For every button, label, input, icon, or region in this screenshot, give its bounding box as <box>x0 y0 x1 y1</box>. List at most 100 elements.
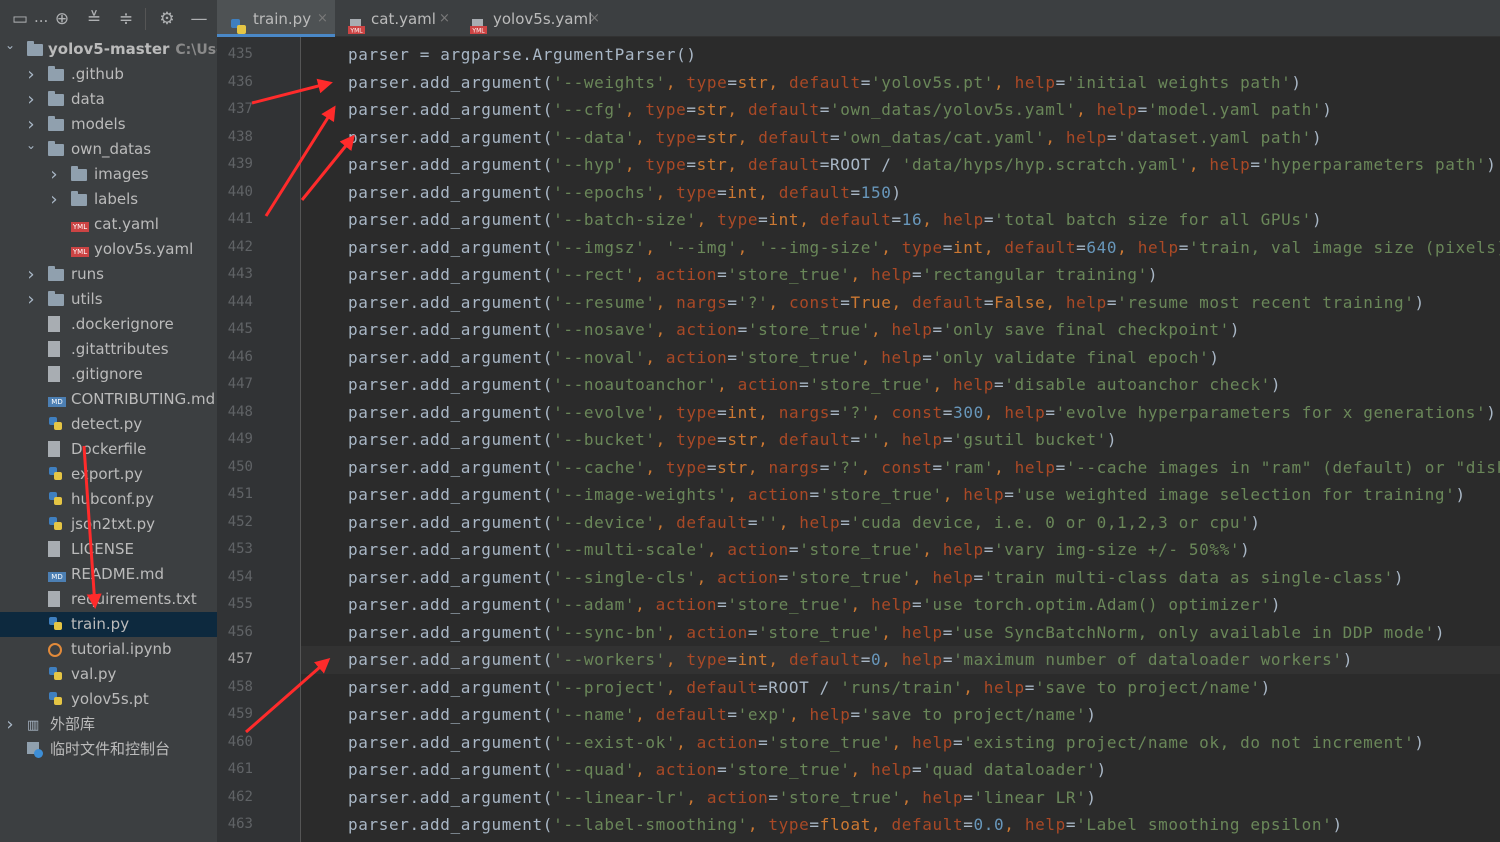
code-line[interactable]: parser.add_argument('--workers', type=in… <box>348 646 1353 674</box>
tab-label: train.py <box>253 10 312 28</box>
code-line[interactable]: parser.add_argument('--quad', action='st… <box>348 756 1107 784</box>
tree-item-yolov5s-yaml[interactable]: YML yolov5s.yaml <box>0 237 217 262</box>
code-line[interactable]: parser.add_argument('--hyp', type=str, d… <box>348 151 1497 179</box>
code-line[interactable]: parser.add_argument('--imgsz', '--img', … <box>348 234 1500 262</box>
tree-item-dockerfile[interactable]: Dockerfile <box>0 437 217 462</box>
code-line[interactable]: parser.add_argument('--weights', type=st… <box>348 69 1302 97</box>
code-line[interactable]: parser.add_argument('--resume', nargs='?… <box>348 289 1425 317</box>
tree-item-val-py[interactable]: val.py <box>0 662 217 687</box>
code-line[interactable]: parser.add_argument('--image-weights', a… <box>348 481 1466 509</box>
close-icon[interactable]: × <box>589 0 600 38</box>
code-line[interactable]: parser.add_argument('--linear-lr', actio… <box>348 784 1097 812</box>
tab-cat-yaml[interactable]: YML cat.yaml × <box>335 0 457 37</box>
tab-label: yolov5s.yaml <box>493 10 593 28</box>
line-number: 451 <box>227 486 253 502</box>
tree-item-readme-md[interactable]: MD README.md <box>0 562 217 587</box>
project-view-dropdown[interactable]: ... <box>34 8 48 26</box>
chevron-right-icon[interactable]: › <box>48 162 60 187</box>
tree-item-own-datas[interactable]: ⌄ own_datas <box>0 137 217 162</box>
chevron-right-icon[interactable]: › <box>4 712 16 737</box>
folder-icon <box>48 66 64 81</box>
chevron-down-icon[interactable]: ⌄ <box>4 33 16 58</box>
chevron-right-icon[interactable]: › <box>48 187 60 212</box>
tree-item-runs[interactable]: › runs <box>0 262 217 287</box>
tree-item-yolov5s-pt[interactable]: yolov5s.pt <box>0 687 217 712</box>
code-line[interactable]: parser.add_argument('--project', default… <box>348 674 1271 702</box>
project-view-icon[interactable]: ▭ <box>10 9 30 29</box>
line-number: 436 <box>227 73 253 90</box>
code-line[interactable]: parser.add_argument('--bucket', type=str… <box>348 426 1117 454</box>
tree-item-gitignore[interactable]: .gitignore <box>0 362 217 387</box>
code-line[interactable]: parser.add_argument('--rect', action='st… <box>348 261 1158 289</box>
tree-item-export-py[interactable]: export.py <box>0 462 217 487</box>
tree-item-cat-yaml[interactable]: YML cat.yaml <box>0 212 217 237</box>
line-number: 445 <box>227 321 253 337</box>
gear-icon[interactable]: ⚙ <box>157 9 177 29</box>
line-number: 446 <box>227 348 253 365</box>
code-line[interactable]: parser.add_argument('--batch-size', type… <box>348 206 1322 234</box>
tree-item-label: tutorial.ipynb <box>71 640 172 658</box>
chevron-down-icon[interactable]: ⌄ <box>25 133 37 158</box>
tree-item-hubconf-py[interactable]: hubconf.py <box>0 487 217 512</box>
line-number: 439 <box>227 156 253 172</box>
chevron-right-icon[interactable]: › <box>25 87 37 112</box>
code-line[interactable]: parser.add_argument('--name', default='e… <box>348 701 1097 729</box>
tree-item-train-py[interactable]: train.py <box>0 612 217 637</box>
code-line[interactable]: parser.add_argument('--data', type=str, … <box>348 124 1322 152</box>
tree-item-tutorial-ipynb[interactable]: tutorial.ipynb <box>0 637 217 662</box>
code-line[interactable]: parser.add_argument('--exist-ok', action… <box>348 729 1425 757</box>
tree-item-json2txt-py[interactable]: json2txt.py <box>0 512 217 537</box>
chevron-right-icon[interactable]: › <box>25 62 37 87</box>
tree-item-gitattributes[interactable]: .gitattributes <box>0 337 217 362</box>
tree-item-label: .github <box>71 65 124 83</box>
close-icon[interactable]: × <box>317 0 328 38</box>
tree-item-detect-py[interactable]: detect.py <box>0 412 217 437</box>
tree-item-[interactable]: 临时文件和控制台 <box>0 737 217 762</box>
python-file-icon <box>230 11 247 34</box>
chevron-right-icon[interactable]: › <box>25 262 37 287</box>
tree-item-[interactable]: › ▥ 外部库 <box>0 712 217 737</box>
code-line[interactable]: parser.add_argument('--evolve', type=int… <box>348 399 1497 427</box>
code-line[interactable]: parser.add_argument('--noval', action='s… <box>348 344 1220 372</box>
tree-root-path: C:\User <box>175 42 217 58</box>
tree-item-utils[interactable]: › utils <box>0 287 217 312</box>
tree-item-data[interactable]: › data <box>0 87 217 112</box>
code-line[interactable]: parser.add_argument('--adam', action='st… <box>348 591 1281 619</box>
hide-panel-icon[interactable]: — <box>189 9 209 29</box>
close-icon[interactable]: × <box>439 0 450 38</box>
code-line[interactable]: parser = argparse.ArgumentParser() <box>348 41 697 69</box>
code-line[interactable]: parser.add_argument('--sync-bn', action=… <box>348 619 1445 647</box>
tab-yolov5s-yaml[interactable]: YML yolov5s.yaml × <box>457 0 607 37</box>
code-line[interactable]: parser.add_argument('--label-smoothing',… <box>348 811 1343 839</box>
code-line[interactable]: parser.add_argument('--nosave', action='… <box>348 316 1240 344</box>
code-line[interactable]: parser.add_argument('--multi-scale', act… <box>348 536 1250 564</box>
line-number: 455 <box>227 596 253 612</box>
folder-icon <box>48 91 64 106</box>
library-icon: ▥ <box>27 718 40 733</box>
line-number-gutter: 435 436 437 438 439 440 441 442 443 444 445 446 447 4… <box>217 37 301 842</box>
yaml-file-icon: YML <box>71 222 89 232</box>
folder-icon <box>27 41 43 56</box>
collapse-all-icon[interactable]: ≑ <box>116 9 136 29</box>
tree-root-yolov5-master[interactable]: ⌄yolov5-masterC:\User <box>0 37 217 62</box>
tree-item-contributing-md[interactable]: MD CONTRIBUTING.md <box>0 387 217 412</box>
tree-item-dockerignore[interactable]: .dockerignore <box>0 312 217 337</box>
code-line[interactable]: parser.add_argument('--epochs', type=int… <box>348 179 902 207</box>
expand-all-icon[interactable]: ≚ <box>84 9 104 29</box>
code-editor[interactable]: parser = argparse.ArgumentParser() parser… <box>301 37 1500 842</box>
locate-icon[interactable]: ⊕ <box>52 9 72 29</box>
line-number: 440 <box>227 183 253 200</box>
chevron-right-icon[interactable]: › <box>25 287 37 312</box>
code-line[interactable]: parser.add_argument('--noautoanchor', ac… <box>348 371 1281 399</box>
tree-item-images[interactable]: › images <box>0 162 217 187</box>
tab-train-py[interactable]: train.py × <box>217 0 335 37</box>
code-line[interactable]: parser.add_argument('--cache', type=str,… <box>348 454 1500 482</box>
tree-item-license[interactable]: LICENSE <box>0 537 217 562</box>
tree-item-label: requirements.txt <box>71 590 197 608</box>
code-line[interactable]: parser.add_argument('--cfg', type=str, d… <box>348 96 1332 124</box>
tree-item-requirements-txt[interactable]: requirements.txt <box>0 587 217 612</box>
code-line[interactable]: parser.add_argument('--single-cls', acti… <box>348 564 1404 592</box>
code-line[interactable]: parser.add_argument('--device', default=… <box>348 509 1261 537</box>
tree-item-labels[interactable]: › labels <box>0 187 217 212</box>
tree-item-github[interactable]: › .github <box>0 62 217 87</box>
